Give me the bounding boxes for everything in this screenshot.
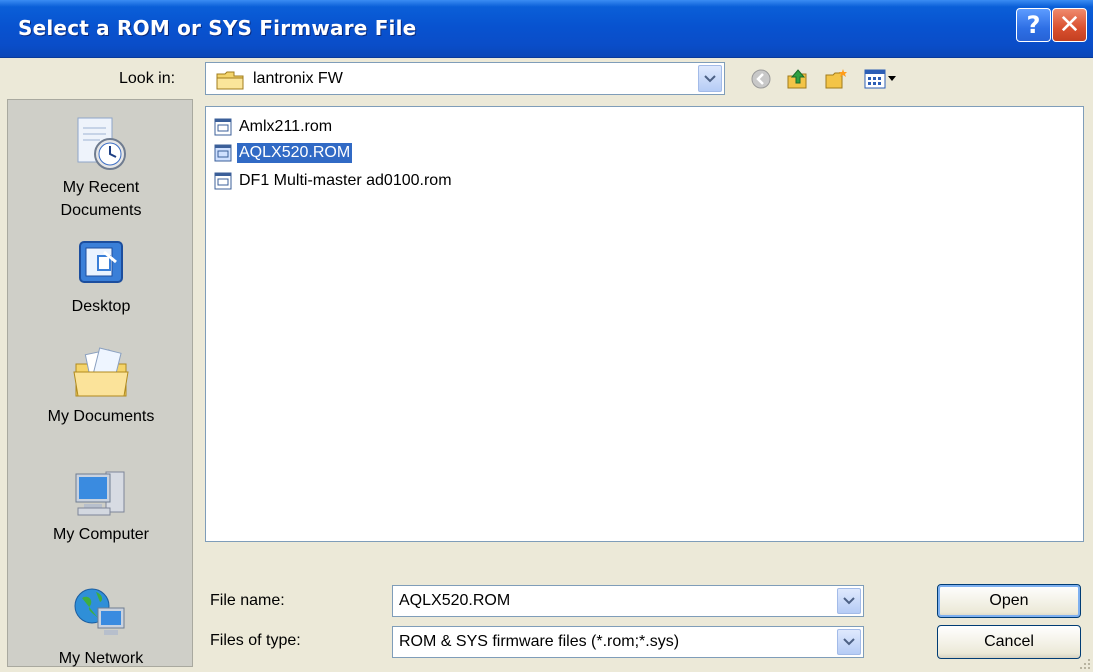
place-my-documents[interactable]: My Documents bbox=[8, 346, 194, 428]
file-name: Amlx211.rom bbox=[239, 118, 333, 135]
lookin-dropdown-button[interactable] bbox=[698, 65, 722, 92]
place-my-computer[interactable]: My Computer bbox=[8, 466, 194, 546]
window-title: Select a ROM or SYS Firmware File bbox=[18, 16, 417, 40]
navigation-toolbar bbox=[750, 66, 896, 92]
my-documents-icon bbox=[73, 347, 129, 397]
place-recent-documents[interactable]: My Recent Documents bbox=[8, 114, 194, 222]
file-item-selected[interactable]: AQLX520.ROM bbox=[214, 141, 353, 165]
up-folder-icon[interactable] bbox=[786, 67, 810, 91]
place-my-network[interactable]: My Network bbox=[8, 584, 194, 670]
chevron-down-icon bbox=[843, 638, 855, 646]
resize-grip-icon[interactable] bbox=[1079, 658, 1091, 670]
place-label: My Documents bbox=[47, 408, 155, 425]
my-computer-icon bbox=[75, 471, 125, 516]
folder-icon bbox=[216, 71, 244, 90]
my-network-icon bbox=[74, 588, 125, 635]
chevron-down-icon bbox=[843, 597, 855, 605]
rom-file-icon bbox=[214, 172, 232, 190]
recent-documents-icon bbox=[77, 117, 126, 170]
lookin-label: Look in: bbox=[119, 70, 176, 87]
file-type-select[interactable]: ROM & SYS firmware files (*.rom;*.sys) bbox=[392, 626, 864, 658]
cancel-button[interactable]: Cancel bbox=[937, 625, 1081, 659]
place-label: My Network bbox=[58, 650, 144, 667]
open-button[interactable]: Open bbox=[937, 584, 1081, 618]
file-list[interactable]: Amlx211.rom AQLX520.ROM DF1 Multi-master… bbox=[205, 106, 1084, 542]
file-name-input[interactable]: AQLX520.ROM bbox=[392, 585, 864, 617]
file-item[interactable]: Amlx211.rom bbox=[214, 115, 334, 139]
lookin-combo[interactable]: lantronix FW bbox=[205, 62, 725, 95]
file-name-dropdown-button[interactable] bbox=[837, 588, 861, 614]
place-label: Desktop bbox=[71, 298, 131, 315]
rom-file-icon bbox=[214, 144, 232, 162]
file-type-dropdown-button[interactable] bbox=[837, 629, 861, 655]
file-type-value: ROM & SYS firmware files (*.rom;*.sys) bbox=[399, 633, 680, 650]
help-icon: ? bbox=[1026, 11, 1041, 39]
place-label: My Computer bbox=[52, 526, 150, 543]
places-bar: My Recent Documents Desktop My Documents… bbox=[7, 99, 193, 667]
help-button[interactable]: ? bbox=[1016, 8, 1051, 42]
file-name: AQLX520.ROM bbox=[237, 143, 353, 163]
file-type-label: Files of type: bbox=[210, 632, 301, 649]
views-dropdown-icon bbox=[888, 76, 896, 81]
chevron-down-icon bbox=[704, 74, 716, 82]
views-menu-button[interactable] bbox=[864, 69, 896, 89]
place-desktop[interactable]: Desktop bbox=[8, 238, 194, 318]
desktop-icon bbox=[79, 241, 123, 283]
new-folder-icon[interactable] bbox=[824, 67, 850, 91]
close-icon: ✕ bbox=[1058, 10, 1081, 40]
place-label: My Recent Documents bbox=[60, 179, 142, 219]
file-name-label: File name: bbox=[210, 592, 285, 609]
views-menu-icon bbox=[864, 69, 886, 89]
title-bar[interactable]: Select a ROM or SYS Firmware File ? ✕ bbox=[0, 0, 1093, 58]
close-button[interactable]: ✕ bbox=[1052, 8, 1087, 42]
back-icon[interactable] bbox=[750, 68, 772, 90]
file-name-value: AQLX520.ROM bbox=[399, 592, 511, 609]
lookin-value: lantronix FW bbox=[253, 70, 343, 87]
file-item[interactable]: DF1 Multi-master ad0100.rom bbox=[214, 169, 454, 193]
file-name: DF1 Multi-master ad0100.rom bbox=[239, 172, 452, 189]
rom-file-icon bbox=[214, 118, 232, 136]
